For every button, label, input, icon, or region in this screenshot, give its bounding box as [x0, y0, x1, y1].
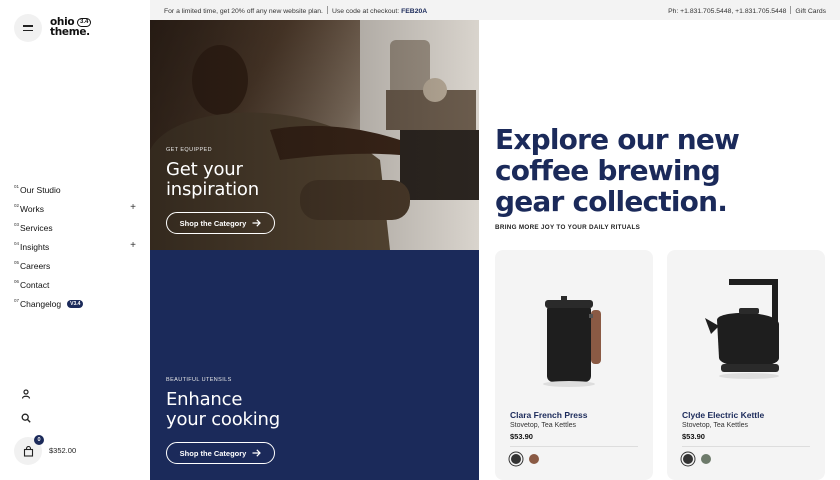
- expand-plus-icon[interactable]: +: [130, 202, 136, 213]
- nav-item-our-studio[interactable]: 01 Our Studio: [14, 180, 138, 199]
- color-swatch[interactable]: [511, 454, 521, 464]
- product-card[interactable]: Clyde Electric Kettle Stovetop, Tea Kett…: [667, 250, 825, 480]
- main-nav: 01 Our Studio 02 Works + 03 Services 04 Insi…: [14, 180, 138, 313]
- category-eyebrow: BEAUTIFUL UTENSILS: [166, 377, 232, 383]
- hero-subhead: BRING MORE JOY TO YOUR DAILY RITUALS: [495, 224, 641, 231]
- category-title: Get your inspiration: [166, 159, 259, 200]
- category-title: Enhance your cooking: [166, 389, 280, 430]
- user-icon[interactable]: [19, 387, 33, 401]
- promo-text: For a limited time, get 20% off any new …: [164, 6, 428, 15]
- category-banner-cooking[interactable]: BEAUTIFUL UTENSILS Enhance your cooking …: [150, 250, 479, 480]
- nav-item-services[interactable]: 03 Services: [14, 218, 138, 237]
- french-press-image: [543, 296, 601, 387]
- product-name[interactable]: Clara French Press: [510, 410, 587, 420]
- sidebar: ohio theme. 3.4 01 Our Studio 02 Works + 0…: [0, 0, 150, 480]
- arrow-right-icon: [252, 219, 262, 227]
- category-eyebrow: GET EQUIPPED: [166, 147, 212, 153]
- electric-kettle-image: [705, 279, 779, 379]
- gift-cards-link[interactable]: Gift Cards: [795, 8, 826, 15]
- nav-item-changelog[interactable]: 07 Changelog V3.4: [14, 294, 138, 313]
- product-category: Stovetop, Tea Kettles: [510, 422, 577, 429]
- category-banner-coffee[interactable]: GET EQUIPPED Get your inspiration Shop t…: [150, 20, 479, 250]
- shopping-bag-icon: [23, 445, 33, 457]
- shop-category-button[interactable]: Shop the Category: [166, 442, 275, 464]
- cart-count-badge: 0: [34, 435, 44, 445]
- version-badge: V3.4: [67, 299, 84, 308]
- arrow-right-icon: [252, 449, 262, 457]
- announcement-bar: For a limited time, get 20% off any new …: [150, 0, 840, 20]
- cart-total: $352.00: [49, 446, 77, 455]
- color-swatch[interactable]: [701, 454, 711, 464]
- color-swatch[interactable]: [683, 454, 693, 464]
- hero-headline: Explore our new coffee brewing gear coll…: [495, 123, 740, 218]
- logo-version-badge: 3.4: [77, 18, 92, 27]
- shop-category-button[interactable]: Shop the Category: [166, 212, 275, 234]
- nav-item-insights[interactable]: 04 Insights +: [14, 237, 138, 256]
- product-price: $53.90: [510, 432, 533, 441]
- product-card[interactable]: Clara French Press Stovetop, Tea Kettles…: [495, 250, 653, 480]
- color-swatch[interactable]: [529, 454, 539, 464]
- contact-info: Ph: +1.831.705.5448, +1.831.705.5448 Gift…: [668, 6, 826, 15]
- nav-item-careers[interactable]: 05 Careers: [14, 256, 138, 275]
- nav-item-contact[interactable]: 06 Contact: [14, 275, 138, 294]
- promo-code: FEB20A: [401, 8, 428, 15]
- search-icon[interactable]: [19, 411, 33, 425]
- hamburger-menu-icon[interactable]: [14, 14, 42, 42]
- nav-item-works[interactable]: 02 Works +: [14, 199, 138, 218]
- product-category: Stovetop, Tea Kettles: [682, 422, 749, 429]
- product-price: $53.90: [682, 432, 705, 441]
- product-name[interactable]: Clyde Electric Kettle: [682, 410, 764, 420]
- expand-plus-icon[interactable]: +: [130, 240, 136, 251]
- phone-link[interactable]: Ph: +1.831.705.5448, +1.831.705.5448: [668, 8, 786, 15]
